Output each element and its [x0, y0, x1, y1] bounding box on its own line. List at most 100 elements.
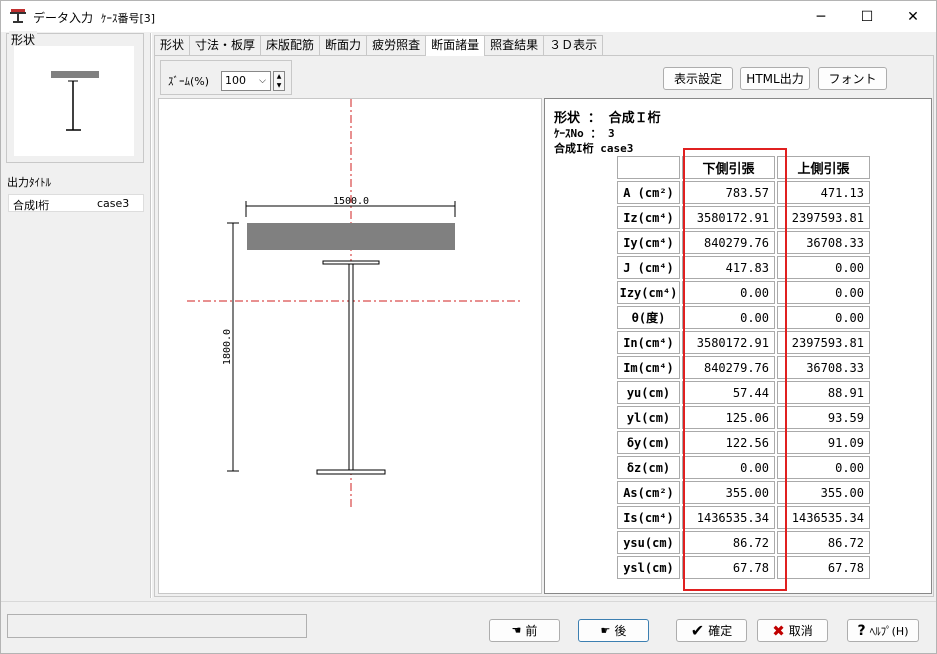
tab-dimensions[interactable]: 寸法・板厚 [189, 35, 262, 55]
results-panel: 形状 ： 合成Ｉ桁 ｹｰｽNo ： 3 合成I桁 case3 下側引張 上側引張… [544, 98, 932, 594]
tab-slab-rebar[interactable]: 床版配筋 [260, 35, 321, 55]
upper-value: 36708.33 [777, 231, 870, 254]
html-output-button[interactable]: HTML出力 [740, 67, 810, 90]
header-blank [617, 156, 680, 179]
table-row: δz(cm) 0.00 0.00 [617, 456, 870, 479]
table-row: J (cm⁴) 417.83 0.00 [617, 256, 870, 279]
window-title-text: データ入力 [33, 11, 94, 25]
table-row: ysl(cm) 67.78 67.78 [617, 556, 870, 579]
row-label: ysl(cm) [617, 556, 680, 579]
zoom-toolbar: ｽﾞｰﾑ(%) 100 ⌵ ▲ ▼ [160, 60, 292, 95]
help-button[interactable]: ? ﾍﾙﾌﾟ(H) [847, 619, 919, 642]
tab-section-force[interactable]: 断面力 [319, 35, 368, 55]
output-case: case3 [97, 197, 130, 210]
question-icon: ? [857, 622, 866, 639]
tab-3d-view[interactable]: ３Ｄ表示 [543, 35, 604, 55]
upper-value: 0.00 [777, 281, 870, 304]
upper-value: 1436535.34 [777, 506, 870, 529]
upper-value: 355.00 [777, 481, 870, 504]
row-label: δz(cm) [617, 456, 680, 479]
lower-value: 840279.76 [682, 231, 775, 254]
results-shape-line: 形状 ： 合成Ｉ桁 [554, 111, 661, 126]
main-window: データ入力 ｹｰｽ番号[3] ─ ☐ ✕ 形状 出力ﾀｲﾄﾙ 合成I桁 case3… [0, 0, 937, 654]
tab-fatigue[interactable]: 疲労照査 [366, 35, 427, 55]
table-row: A (cm²) 783.57 471.13 [617, 181, 870, 204]
lower-flange [316, 469, 386, 475]
table-header-row: 下側引張 上側引張 [617, 156, 870, 179]
zoom-label: ｽﾞｰﾑ(%) [168, 75, 210, 88]
row-label: As(cm²) [617, 481, 680, 504]
tab-panel: ｽﾞｰﾑ(%) 100 ⌵ ▲ ▼ 表示設定 HTML出力 フォント 1500.… [154, 55, 934, 597]
bottom-separator [1, 601, 936, 602]
table-row: yu(cm) 57.44 88.91 [617, 381, 870, 404]
lower-value: 67.78 [682, 556, 775, 579]
upper-value: 67.78 [777, 556, 870, 579]
width-dim-label: 1500.0 [333, 196, 369, 207]
left-divider [150, 33, 152, 598]
table-row: Im(cm⁴) 840279.76 36708.33 [617, 356, 870, 379]
display-settings-button[interactable]: 表示設定 [663, 67, 733, 90]
zoom-spinner[interactable]: ▲ ▼ [273, 71, 285, 91]
tab-check-results[interactable]: 照査結果 [484, 35, 545, 55]
font-button[interactable]: フォント [818, 67, 887, 90]
maximize-button[interactable]: ☐ [844, 1, 890, 32]
row-label: In(cm⁴) [617, 331, 680, 354]
zoom-select[interactable]: 100 ⌵ [221, 71, 271, 91]
upper-value: 0.00 [777, 256, 870, 279]
row-label: Iy(cm⁴) [617, 231, 680, 254]
cross-icon: ✖ [772, 621, 785, 640]
section-drawing-canvas: 1500.0 1800.0 [158, 98, 542, 594]
output-name: 合成I桁 [13, 199, 50, 212]
tab-shape[interactable]: 形状 [154, 35, 191, 55]
row-label: Im(cm⁴) [617, 356, 680, 379]
window-title: データ入力 ｹｰｽ番号[3] [33, 9, 155, 26]
check-icon: ✔ [690, 621, 705, 640]
lower-value: 1436535.34 [682, 506, 775, 529]
table-row: Iz(cm⁴) 3580172.91 2397593.81 [617, 206, 870, 229]
lower-value: 3580172.91 [682, 331, 775, 354]
tab-section-properties[interactable]: 断面諸量 [425, 35, 486, 56]
row-label: yu(cm) [617, 381, 680, 404]
ok-button[interactable]: ✔ 確定 [676, 619, 747, 642]
table-row: θ(度) 0.00 0.00 [617, 306, 870, 329]
row-label: A (cm²) [617, 181, 680, 204]
help-label: ﾍﾙﾌﾟ(H) [869, 624, 909, 638]
minimize-button[interactable]: ─ [798, 1, 844, 32]
pointing-left-hand-icon: ☚ [511, 624, 522, 637]
row-label: Izy(cm⁴) [617, 281, 680, 304]
row-label: Is(cm⁴) [617, 506, 680, 529]
ok-label: 確定 [708, 624, 733, 638]
spin-up-icon[interactable]: ▲ [274, 72, 284, 81]
row-label: θ(度) [617, 306, 680, 329]
shape-preview-drawing [51, 71, 99, 131]
table-row: ysu(cm) 86.72 86.72 [617, 531, 870, 554]
pointing-right-hand-icon: ☛ [600, 624, 611, 637]
window-subtitle: ｹｰｽ番号[3] [101, 12, 156, 25]
lower-value: 3580172.91 [682, 206, 775, 229]
cancel-button[interactable]: ✖ 取消 [757, 619, 828, 642]
lower-value: 0.00 [682, 306, 775, 329]
row-label: yl(cm) [617, 406, 680, 429]
lower-value: 0.00 [682, 281, 775, 304]
upper-value: 88.91 [777, 381, 870, 404]
lower-value: 840279.76 [682, 356, 775, 379]
output-title-row[interactable]: 合成I桁 case3 [8, 194, 144, 212]
shape-preview [14, 46, 134, 156]
zoom-value: 100 [225, 74, 246, 87]
next-label: 後 [614, 624, 627, 638]
tab-bar: 形状 寸法・板厚 床版配筋 断面力 疲労照査 断面諸量 照査結果 ３Ｄ表示 [154, 35, 604, 56]
table-row: δy(cm) 122.56 91.09 [617, 431, 870, 454]
section-properties-table: 下側引張 上側引張 A (cm²) 783.57 471.13 Iz(cm⁴) 3580… [615, 154, 872, 581]
upper-value: 0.00 [777, 456, 870, 479]
lower-value: 57.44 [682, 381, 775, 404]
prev-button[interactable]: ☚ 前 [489, 619, 560, 642]
spin-down-icon[interactable]: ▼ [274, 81, 284, 90]
header-upper-tension: 上側引張 [777, 156, 870, 179]
table-row: Iy(cm⁴) 840279.76 36708.33 [617, 231, 870, 254]
upper-value: 471.13 [777, 181, 870, 204]
next-button[interactable]: ☛ 後 [578, 619, 649, 642]
status-bar [7, 614, 307, 638]
lower-value: 417.83 [682, 256, 775, 279]
close-button[interactable]: ✕ [890, 1, 936, 32]
table-body: A (cm²) 783.57 471.13 Iz(cm⁴) 3580172.91 2397… [617, 181, 870, 579]
